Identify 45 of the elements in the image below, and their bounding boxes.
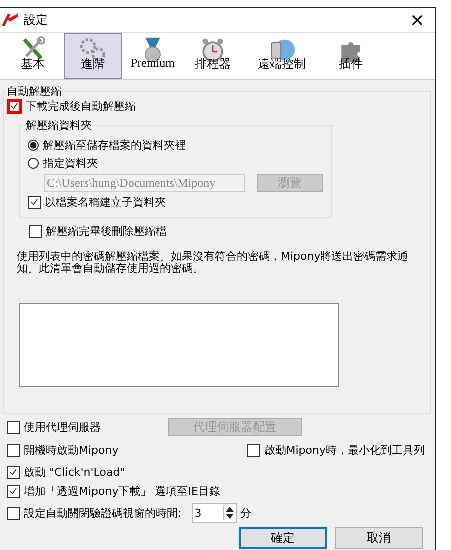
checkmark-icon (9, 487, 18, 496)
checkbox-label: 啟動 "Click'n'Load" (24, 465, 126, 480)
app-logo-icon (2, 13, 18, 27)
checkmark-icon (9, 468, 18, 477)
checkbox[interactable] (29, 225, 42, 238)
group-title: 解壓縮資料夾 (25, 118, 93, 133)
tab[interactable]: Premium (124, 33, 182, 79)
checkmark-icon (30, 198, 39, 207)
spin-up-icon[interactable] (226, 507, 234, 512)
unit-label: 分 (240, 506, 252, 520)
checkbox[interactable] (7, 466, 20, 479)
window-title: 設定 (24, 12, 49, 28)
checkbox[interactable] (28, 196, 41, 209)
description-text: 使用列表中的密碼解壓縮檔案。如果沒有符合的密碼，Mipony將送出密碼需求通知。此清單會自動儲存使用過的密碼。 (17, 251, 410, 275)
checkbox-label: 解壓縮完畢後刪除壓縮檔 (46, 224, 167, 239)
minutes-spinner[interactable]: 3 (192, 503, 237, 523)
checkbox[interactable] (7, 420, 20, 434)
dialog-button[interactable]: 取消 (335, 527, 423, 549)
checkbox-label: 以檔案名稱建立子資料夾 (45, 195, 166, 210)
dialog-button[interactable]: 確定 (239, 527, 327, 549)
checkbox[interactable] (7, 506, 20, 520)
tab[interactable]: 排程器 (184, 33, 242, 79)
checkbox-label: 開機時啟動Mipony (24, 443, 119, 458)
tab[interactable]: 插件 (322, 33, 380, 79)
checkbox-label: 下載完成後自動解壓縮 (26, 99, 136, 114)
radio-button[interactable] (28, 140, 39, 151)
tab[interactable]: 進階 (64, 33, 122, 79)
close-button[interactable]: × (400, 10, 435, 30)
checkbox[interactable] (7, 444, 20, 457)
checkbox[interactable] (247, 444, 260, 457)
password-list[interactable] (19, 303, 339, 387)
group-title: 自動解壓縮 (6, 84, 63, 99)
checkbox-label: 使用代理伺服器 (24, 420, 102, 434)
checkbox[interactable] (7, 99, 22, 114)
radio-button[interactable] (28, 158, 39, 169)
checkbox-label: 增加「透過Mipony下載」 選項至IE目錄 (24, 484, 220, 499)
checkmark-icon (10, 102, 19, 111)
radio-label: 解壓縮至儲存檔案的資料夾裡 (43, 138, 186, 153)
checkbox-label: 設定自動關閉驗證碼視窗的時間: (24, 506, 182, 520)
checkbox[interactable] (7, 485, 20, 498)
radio-label: 指定資料夾 (43, 156, 98, 171)
tab[interactable]: 基本 (4, 33, 62, 79)
checkbox-label: 啟動Mipony時，最小化到工具列 (264, 443, 425, 458)
tab[interactable]: 遠端控制 (244, 33, 320, 79)
spin-down-icon[interactable] (226, 514, 234, 519)
